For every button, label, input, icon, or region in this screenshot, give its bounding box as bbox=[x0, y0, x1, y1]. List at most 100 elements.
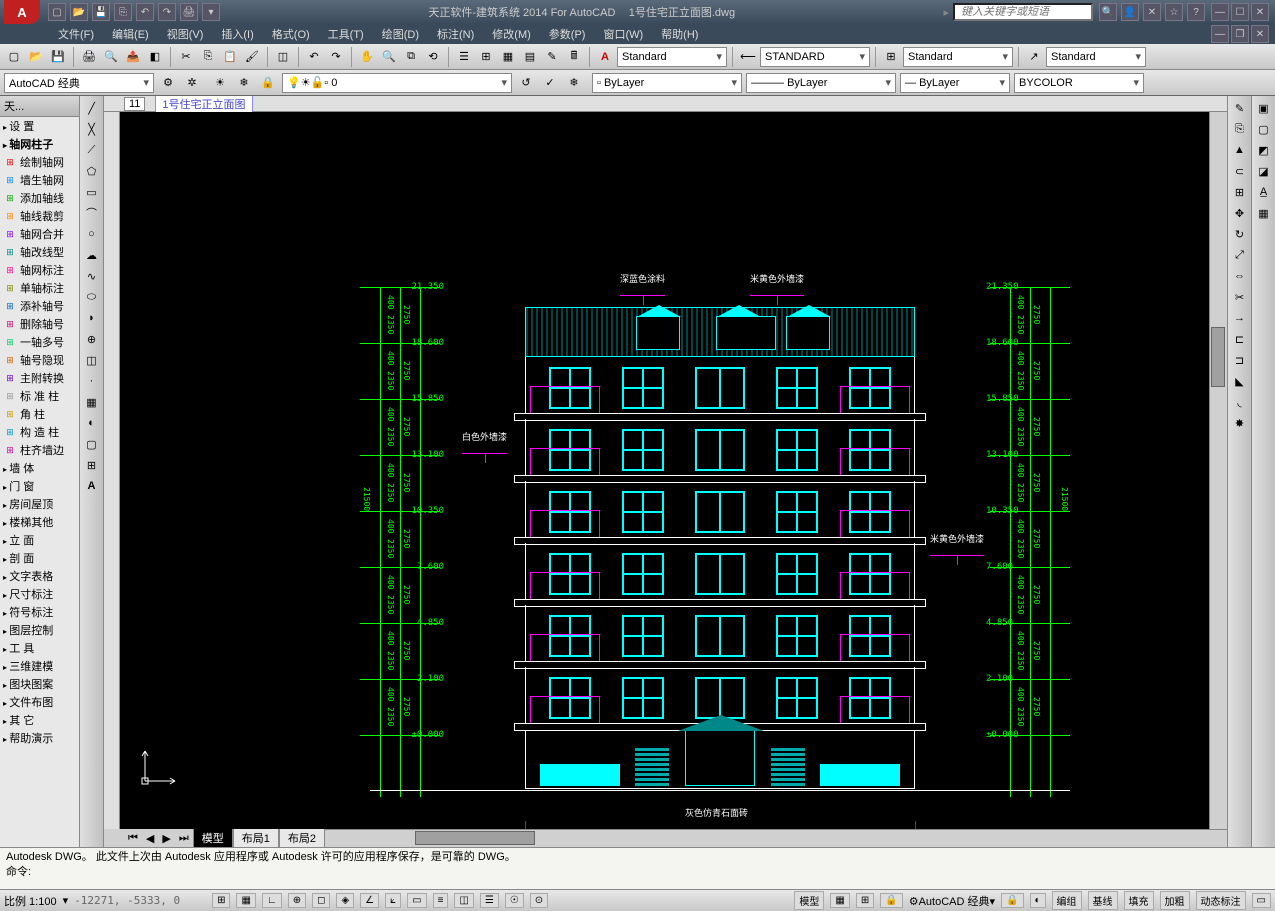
tcat-4[interactable]: 立 面 bbox=[0, 531, 79, 549]
tcat-9[interactable]: 图层控制 bbox=[0, 621, 79, 639]
rect-icon[interactable]: ▭ bbox=[82, 182, 102, 202]
textstyle-dropdown[interactable]: Standard bbox=[617, 47, 727, 67]
tab-layout1[interactable]: 布局1 bbox=[233, 828, 279, 847]
join-icon[interactable]: ⊐ bbox=[1230, 350, 1250, 370]
tablestyle-dropdown[interactable]: Standard bbox=[903, 47, 1013, 67]
pline-icon[interactable]: ⟋ bbox=[82, 140, 102, 160]
tpy-toggle[interactable]: ◫ bbox=[454, 893, 473, 908]
doc-restore-icon[interactable]: ❐ bbox=[1231, 25, 1249, 43]
favorite-icon[interactable]: ☆ bbox=[1165, 3, 1183, 21]
hatch-back-icon[interactable]: ▦ bbox=[1254, 203, 1274, 223]
zoom-rt-icon[interactable]: 🔍 bbox=[379, 47, 399, 67]
tab-nav-first-icon[interactable]: ⏮ bbox=[124, 832, 142, 845]
tpalette-icon[interactable]: ▦ bbox=[498, 47, 518, 67]
qat-redo-icon[interactable]: ↷ bbox=[158, 3, 176, 21]
layer-dropdown[interactable]: 💡☀🔓▫ 0 bbox=[282, 73, 512, 93]
workspace-dropdown[interactable]: AutoCAD 经典 bbox=[4, 73, 154, 93]
block-icon[interactable]: ◫ bbox=[273, 47, 293, 67]
close-icon[interactable]: ✕ bbox=[1251, 3, 1269, 21]
tcat-12[interactable]: 图块图案 bbox=[0, 675, 79, 693]
textstyle-icon[interactable]: A bbox=[595, 47, 615, 67]
status-ws-label[interactable]: ⚙AutoCAD 经典▾ bbox=[909, 893, 995, 909]
menu-edit[interactable]: 编辑(E) bbox=[104, 24, 157, 44]
titem-10[interactable]: ⊞一轴多号 bbox=[0, 333, 79, 351]
save-icon[interactable]: 💾 bbox=[48, 47, 68, 67]
signin-icon[interactable]: 👤 bbox=[1121, 3, 1139, 21]
tcat-8[interactable]: 符号标注 bbox=[0, 603, 79, 621]
osnap-toggle[interactable]: ◻ bbox=[312, 893, 330, 908]
titem-11[interactable]: ⊞轴号隐现 bbox=[0, 351, 79, 369]
drawing-canvas[interactable]: 21.3502750400235018.6002750400235015.850… bbox=[120, 112, 1209, 829]
lineweight-dropdown[interactable]: — ByLayer bbox=[900, 73, 1010, 93]
snap-toggle[interactable]: ⊞ bbox=[212, 893, 230, 908]
titem-15[interactable]: ⊞构 造 柱 bbox=[0, 423, 79, 441]
ws-settings-icon[interactable]: ⚙ bbox=[158, 73, 178, 93]
menu-modify[interactable]: 修改(M) bbox=[484, 24, 539, 44]
trim-icon[interactable]: ✂ bbox=[1230, 287, 1250, 307]
minimize-icon[interactable]: — bbox=[1211, 3, 1229, 21]
spline-icon[interactable]: ∿ bbox=[82, 266, 102, 286]
titem-8[interactable]: ⊞添补轴号 bbox=[0, 297, 79, 315]
tablestyle-icon[interactable]: ⊞ bbox=[881, 47, 901, 67]
menu-param[interactable]: 参数(P) bbox=[541, 24, 594, 44]
ortho-toggle[interactable]: ∟ bbox=[262, 893, 282, 908]
plotstyle-dropdown[interactable]: BYCOLOR bbox=[1014, 73, 1144, 93]
ws-save-icon[interactable]: ✲ bbox=[182, 73, 202, 93]
tcat-15[interactable]: 帮助演示 bbox=[0, 729, 79, 747]
mirror-icon[interactable]: ▲ bbox=[1230, 140, 1250, 160]
stretch-icon[interactable]: ⇔ bbox=[1230, 266, 1250, 286]
color-dropdown[interactable]: ▫ ByLayer bbox=[592, 73, 742, 93]
preview-icon[interactable]: 🔍 bbox=[101, 47, 121, 67]
doc-minimize-icon[interactable]: — bbox=[1211, 25, 1229, 43]
status-model-btn[interactable]: 模型 bbox=[794, 891, 824, 910]
menu-help[interactable]: 帮助(H) bbox=[653, 24, 706, 44]
circle-icon[interactable]: ○ bbox=[82, 224, 102, 244]
titem-0[interactable]: ⊞绘制轴网 bbox=[0, 153, 79, 171]
search-icon[interactable]: 🔍 bbox=[1099, 3, 1117, 21]
revcloud-icon[interactable]: ☁ bbox=[82, 245, 102, 265]
layer-mgr-icon[interactable]: ☀ bbox=[210, 73, 230, 93]
tcat-2[interactable]: 房间屋顶 bbox=[0, 495, 79, 513]
paste-icon[interactable]: 📋 bbox=[220, 47, 240, 67]
titem-5[interactable]: ⊞轴改线型 bbox=[0, 243, 79, 261]
help-search-input[interactable] bbox=[953, 3, 1093, 21]
match-icon[interactable]: 🖌 bbox=[242, 47, 262, 67]
qat-undo-icon[interactable]: ↶ bbox=[136, 3, 154, 21]
zoom-prev-icon[interactable]: ⟲ bbox=[423, 47, 443, 67]
properties-icon[interactable]: ☰ bbox=[454, 47, 474, 67]
tpanel-title[interactable]: 天... bbox=[0, 96, 79, 117]
layer-iso-icon[interactable]: 🔒 bbox=[258, 73, 278, 93]
hatch-icon[interactable]: ▦ bbox=[82, 392, 102, 412]
ducs-toggle[interactable]: ⟀ bbox=[385, 893, 401, 908]
status-group[interactable]: 编组 bbox=[1052, 891, 1082, 910]
layer-freeze-icon[interactable]: ❄ bbox=[564, 73, 584, 93]
menu-file[interactable]: 文件(F) bbox=[50, 24, 102, 44]
extend-icon[interactable]: → bbox=[1230, 308, 1250, 328]
new-icon[interactable]: ▢ bbox=[4, 47, 24, 67]
mleaderstyle-dropdown[interactable]: Standard bbox=[1046, 47, 1146, 67]
titem-13[interactable]: ⊞标 准 柱 bbox=[0, 387, 79, 405]
arc-icon[interactable]: ⌒ bbox=[82, 203, 102, 223]
ellipsearc-icon[interactable]: ◗ bbox=[82, 308, 102, 328]
copy-icon[interactable]: ⎘ bbox=[198, 47, 218, 67]
dimstyle-dropdown[interactable]: STANDARD bbox=[760, 47, 870, 67]
dimstyle-icon[interactable]: ⟵ bbox=[738, 47, 758, 67]
cut-icon[interactable]: ✂ bbox=[176, 47, 196, 67]
qat-save-icon[interactable]: 💾 bbox=[92, 3, 110, 21]
menu-dim[interactable]: 标注(N) bbox=[429, 24, 482, 44]
grid-toggle[interactable]: ▦ bbox=[236, 893, 255, 908]
tcat-0[interactable]: 墙 体 bbox=[0, 459, 79, 477]
break-icon[interactable]: ⊏ bbox=[1230, 329, 1250, 349]
menu-format[interactable]: 格式(O) bbox=[264, 24, 318, 44]
copy2-icon[interactable]: ⎘ bbox=[1230, 119, 1250, 139]
status-hardware-icon[interactable]: ◐ bbox=[1030, 893, 1046, 908]
plot-icon[interactable]: 🖨 bbox=[79, 47, 99, 67]
otrack-toggle[interactable]: ∠ bbox=[360, 893, 379, 908]
titem-9[interactable]: ⊞删除轴号 bbox=[0, 315, 79, 333]
markup-icon[interactable]: ✎ bbox=[542, 47, 562, 67]
view-label[interactable]: 1号住宅正立面图 bbox=[155, 96, 252, 113]
explode-icon[interactable]: ✸ bbox=[1230, 413, 1250, 433]
tcat-6[interactable]: 文字表格 bbox=[0, 567, 79, 585]
qat-more-icon[interactable]: ▾ bbox=[202, 3, 220, 21]
chamfer-icon[interactable]: ◣ bbox=[1230, 371, 1250, 391]
